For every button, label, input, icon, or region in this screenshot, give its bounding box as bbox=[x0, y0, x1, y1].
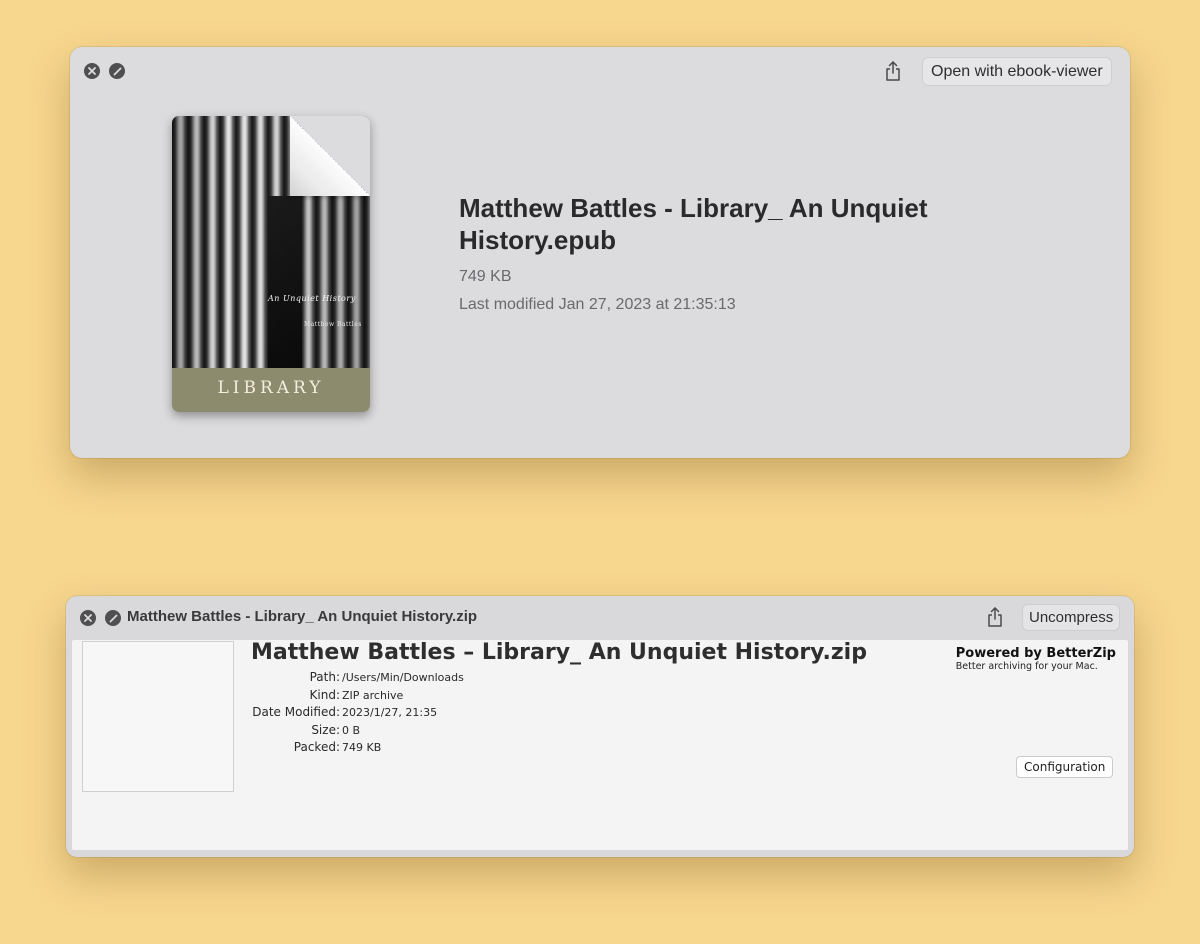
powered-by-label: Powered by BetterZip bbox=[955, 646, 1116, 661]
size-label: Size: bbox=[311, 722, 340, 737]
share-icon[interactable] bbox=[882, 60, 904, 82]
date-modified-value: 2023/1/27, 21:35 bbox=[342, 706, 438, 719]
window-controls bbox=[80, 610, 121, 626]
info-row-size: Size: 0 B bbox=[247, 722, 464, 740]
info-row-path: Path: /Users/Min/Downloads bbox=[247, 669, 464, 687]
packed-label: Packed: bbox=[293, 740, 340, 754]
uncompress-button[interactable]: Uncompress bbox=[1022, 604, 1121, 631]
date-modified-label: Date Modified: bbox=[252, 705, 340, 719]
archive-title: Matthew Battles – Library_ An Unquiet Hi… bbox=[251, 640, 867, 665]
window-controls bbox=[84, 63, 125, 79]
cover-author: Matthew Battles bbox=[304, 321, 362, 328]
archive-info: Path: /Users/Min/Downloads Kind: ZIP arc… bbox=[247, 669, 464, 757]
configuration-button[interactable]: Configuration bbox=[1016, 756, 1114, 778]
file-size: 749 KB bbox=[459, 268, 512, 285]
cover-title: LIBRARY bbox=[217, 378, 325, 398]
book-cover-thumbnail: An Unquiet History Matthew Battles LIBRA… bbox=[172, 116, 370, 412]
close-icon[interactable] bbox=[80, 610, 96, 626]
share-icon[interactable] bbox=[984, 606, 1006, 628]
full-screen-icon[interactable] bbox=[109, 63, 125, 79]
quicklook-window: Open with ebook-viewer An Unquiet Histor… bbox=[70, 47, 1130, 458]
path-label: Path: bbox=[309, 670, 340, 684]
info-row-packed: Packed: 749 KB bbox=[247, 739, 464, 757]
close-icon[interactable] bbox=[84, 63, 100, 79]
file-title: Matthew Battles - Library_ An Unquiet Hi… bbox=[459, 193, 928, 255]
page-curl-icon bbox=[290, 116, 370, 196]
kind-value: ZIP archive bbox=[342, 688, 404, 702]
path-value: /Users/Min/Downloads bbox=[342, 671, 464, 684]
last-modified: Last modified Jan 27, 2023 at 21:35:13 bbox=[459, 296, 736, 313]
kind-label: Kind: bbox=[309, 687, 340, 702]
size-value: 0 B bbox=[342, 723, 361, 737]
info-row-date: Date Modified: 2023/1/27, 21:35 bbox=[247, 704, 464, 722]
info-row-kind: Kind: ZIP archive bbox=[247, 687, 464, 705]
betterzip-window: Matthew Battles - Library_ An Unquiet Hi… bbox=[66, 596, 1134, 857]
cover-subtitle: An Unquiet History bbox=[268, 294, 356, 303]
archive-preview-panel: Matthew Battles – Library_ An Unquiet Hi… bbox=[72, 640, 1128, 850]
archive-thumbnail bbox=[82, 641, 234, 792]
powered-by-block: Powered by BetterZip Better archiving fo… bbox=[956, 646, 1116, 672]
open-with-button[interactable]: Open with ebook-viewer bbox=[922, 57, 1112, 86]
tagline: Better archiving for your Mac. bbox=[955, 661, 1098, 672]
packed-value: 749 KB bbox=[342, 741, 382, 754]
window-title: Matthew Battles - Library_ An Unquiet Hi… bbox=[127, 608, 478, 625]
full-screen-icon[interactable] bbox=[105, 610, 121, 626]
